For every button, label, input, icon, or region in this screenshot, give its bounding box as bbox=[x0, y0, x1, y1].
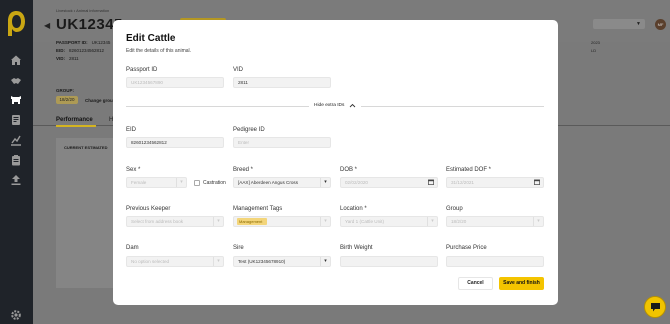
location-label: Location * bbox=[340, 206, 367, 212]
info-vid-row: VID: 2811 bbox=[56, 56, 79, 61]
chevron-down-icon: ▾ bbox=[213, 257, 223, 266]
settings-gear-icon[interactable] bbox=[9, 308, 23, 322]
info-value: 82601234562812 bbox=[69, 48, 105, 53]
brand-logo bbox=[8, 11, 25, 36]
edit-cattle-modal: Edit Cattle Edit the details of this ani… bbox=[113, 20, 558, 305]
hide-extra-ids-toggle[interactable]: Hide extra IDs bbox=[309, 103, 362, 108]
chevron-down-icon: ▾ bbox=[320, 257, 330, 266]
dob-date-input[interactable]: 02/02/2020 bbox=[340, 177, 438, 188]
info-label: PASSPORT ID: bbox=[56, 40, 88, 45]
sire-value: Test (UK12345678910) bbox=[238, 259, 286, 264]
pedigree-id-label: Pedigree ID bbox=[233, 127, 265, 133]
dam-select[interactable]: No option selected ▾ bbox=[126, 256, 224, 267]
chevron-down-icon: ▾ bbox=[213, 217, 223, 226]
dam-label: Dam bbox=[126, 245, 139, 251]
handshake-icon[interactable] bbox=[9, 74, 23, 88]
pedigree-id-field[interactable]: Enter bbox=[233, 137, 331, 148]
document-icon[interactable] bbox=[9, 113, 23, 127]
modal-subtitle: Edit the details of this animal. bbox=[126, 48, 192, 54]
group-value: 18/2/20 bbox=[451, 219, 467, 224]
chevron-down-icon: ▾ bbox=[176, 178, 186, 187]
dam-value: No option selected bbox=[131, 259, 170, 264]
purchase-price-input[interactable] bbox=[446, 256, 544, 267]
passport-id-label: Passport ID bbox=[126, 67, 158, 73]
sire-select[interactable]: Test (UK12345678910) ▾ bbox=[233, 256, 331, 267]
info-eid-row: EID: 82601234562812 bbox=[56, 48, 104, 53]
clipboard-icon[interactable] bbox=[9, 153, 23, 167]
chevron-down-icon: ▾ bbox=[320, 178, 330, 187]
chevron-down-icon: ▾ bbox=[533, 217, 543, 226]
hide-extra-ids-label: Hide extra IDs bbox=[314, 103, 345, 108]
vid-field[interactable]: 2811 bbox=[233, 77, 331, 88]
group-select[interactable]: 18/2/20 ▾ bbox=[446, 216, 544, 227]
passport-id-field[interactable]: UK1234567890 bbox=[126, 77, 224, 88]
breed-label: Breed * bbox=[233, 167, 254, 173]
chevron-down-icon: ▼ bbox=[636, 21, 641, 27]
active-tab-indicator bbox=[56, 125, 96, 127]
vid-label: VID bbox=[233, 67, 244, 73]
castration-checkbox[interactable] bbox=[194, 180, 200, 186]
estimated-dof-date-input[interactable]: 31/12/2021 bbox=[446, 177, 544, 188]
management-tags-label: Management Tags bbox=[233, 206, 283, 212]
back-arrow-icon[interactable]: ◀ bbox=[44, 21, 50, 30]
chevron-down-icon: ▾ bbox=[427, 217, 437, 226]
group-label: GROUP: bbox=[56, 88, 74, 93]
info-right-2: LD bbox=[591, 48, 597, 53]
estimated-dof-value: 31/12/2021 bbox=[451, 180, 474, 185]
breed-select-value: [AAX] Aberdeen Angus Cross bbox=[238, 180, 299, 185]
info-label: EID: bbox=[56, 48, 65, 53]
avatar[interactable]: MF bbox=[655, 19, 666, 30]
management-tag-chip[interactable]: Management bbox=[237, 218, 267, 225]
birth-weight-input[interactable] bbox=[340, 256, 438, 267]
group-chip: 18/2/20 bbox=[56, 96, 78, 104]
castration-label: Castration bbox=[203, 180, 226, 186]
sidebar bbox=[0, 0, 33, 324]
calendar-icon[interactable] bbox=[534, 179, 540, 185]
info-value: 2811 bbox=[69, 56, 79, 61]
modal-title: Edit Cattle bbox=[126, 33, 176, 44]
previous-keeper-select[interactable]: Select from address book ▾ bbox=[126, 216, 224, 227]
save-and-finish-button[interactable]: Save and finish bbox=[499, 277, 544, 290]
eid-label: EID bbox=[126, 127, 137, 133]
sex-select-value: Female bbox=[131, 180, 147, 185]
dob-date-value: 02/02/2020 bbox=[345, 180, 368, 185]
upload-icon[interactable] bbox=[9, 173, 23, 187]
cattle-icon[interactable] bbox=[9, 93, 23, 107]
info-date-right: 2023 bbox=[591, 40, 600, 45]
calendar-icon[interactable] bbox=[428, 179, 434, 185]
sex-select[interactable]: Female ▾ bbox=[126, 177, 187, 188]
group-field-label: Group bbox=[446, 206, 463, 212]
chat-bubble-icon bbox=[650, 303, 660, 312]
location-value: Yard 1 (Cattle Unit) bbox=[345, 219, 384, 224]
info-passport-row: PASSPORT ID: UK12345 bbox=[56, 40, 110, 45]
location-select[interactable]: Yard 1 (Cattle Unit) ▾ bbox=[340, 216, 438, 227]
eid-field[interactable]: 82601234562812 bbox=[126, 137, 224, 148]
chart-icon[interactable] bbox=[9, 133, 23, 147]
tab-performance[interactable]: Performance bbox=[56, 117, 93, 123]
info-label: VID: bbox=[56, 56, 65, 61]
sire-label: Sire bbox=[233, 245, 244, 251]
previous-keeper-label: Previous Keeper bbox=[126, 206, 171, 212]
previous-keeper-value: Select from address book bbox=[131, 219, 184, 224]
birth-weight-label: Birth Weight bbox=[340, 245, 373, 251]
purchase-price-label: Purchase Price bbox=[446, 245, 487, 251]
chat-button[interactable] bbox=[644, 296, 666, 318]
cancel-button[interactable]: Cancel bbox=[458, 277, 493, 290]
estimate-card bbox=[56, 138, 114, 288]
change-group-link[interactable]: Change group bbox=[85, 98, 116, 103]
chevron-up-icon bbox=[350, 103, 356, 108]
dob-label: DOB * bbox=[340, 167, 358, 173]
info-value: UK12345 bbox=[91, 40, 111, 45]
breadcrumb: Livestock • Animal information bbox=[56, 8, 110, 13]
home-icon[interactable] bbox=[9, 53, 23, 67]
current-estimated-label: CURRENT ESTIMATED bbox=[64, 145, 108, 150]
sex-label: Sex * bbox=[126, 167, 141, 173]
estimated-dof-label: Estimated DOF * bbox=[446, 167, 492, 173]
breed-select[interactable]: [AAX] Aberdeen Angus Cross ▾ bbox=[233, 177, 331, 188]
chevron-down-icon: ▾ bbox=[320, 217, 330, 226]
